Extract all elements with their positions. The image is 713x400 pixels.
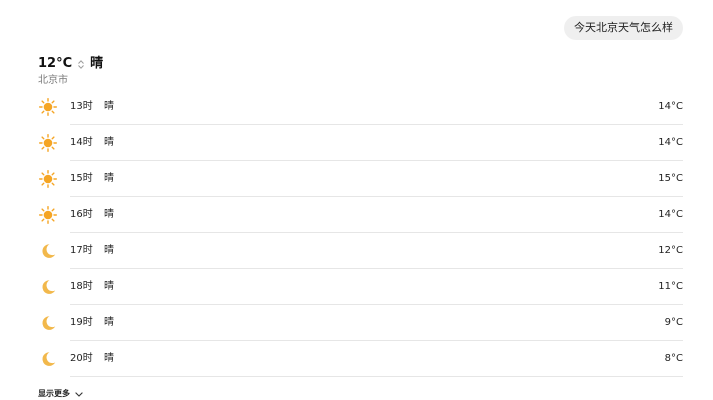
forecast-hour: 15时 — [70, 173, 93, 184]
forecast-temperature: 14°C — [658, 209, 683, 220]
user-query-bubble: 今天北京天气怎么样 — [564, 16, 683, 40]
forecast-condition: 晴 — [104, 317, 114, 328]
show-more-label: 显示更多 — [38, 389, 70, 398]
forecast-row: 18时 晴 11°C — [38, 269, 683, 305]
moon-icon — [39, 314, 57, 332]
forecast-row: 19时 晴 9°C — [38, 305, 683, 341]
forecast-condition: 晴 — [104, 353, 114, 364]
forecast-temperature: 12°C — [658, 245, 683, 256]
forecast-condition: 晴 — [104, 281, 114, 292]
forecast-temperature: 15°C — [658, 173, 683, 184]
forecast-temperature: 9°C — [664, 317, 683, 328]
user-query-text: 今天北京天气怎么样 — [574, 21, 673, 34]
city-name: 北京市 — [38, 75, 68, 86]
forecast-row: 20时 晴 8°C — [38, 341, 683, 377]
moon-icon — [39, 242, 57, 260]
forecast-condition: 晴 — [104, 173, 114, 184]
sun-icon — [39, 98, 57, 116]
forecast-hour: 19时 — [70, 317, 93, 328]
summary-headline: 12°C 晴 — [38, 56, 103, 72]
show-more-button[interactable]: 显示更多 — [38, 389, 83, 399]
forecast-hour: 16时 — [70, 209, 93, 220]
moon-icon — [39, 350, 57, 368]
forecast-temperature: 14°C — [658, 137, 683, 148]
forecast-row: 13时 晴 14°C — [38, 89, 683, 125]
weather-summary: 12°C 晴 北京市 — [38, 56, 103, 87]
moon-icon — [39, 278, 57, 296]
forecast-hour: 14时 — [70, 137, 93, 148]
sun-icon — [39, 206, 57, 224]
chevron-down-icon — [75, 391, 83, 397]
current-temperature: 12°C — [38, 56, 73, 71]
hourly-forecast-list: 13时 晴 14°C 14时 晴 14°C 15时 晴 15°C 16时 晴 1… — [38, 89, 683, 377]
forecast-hour: 20时 — [70, 353, 93, 364]
forecast-row: 14时 晴 14°C — [38, 125, 683, 161]
current-condition: 晴 — [90, 56, 104, 71]
forecast-condition: 晴 — [104, 245, 114, 256]
sun-icon — [39, 170, 57, 188]
forecast-hour: 13时 — [70, 101, 93, 112]
forecast-temperature: 14°C — [658, 101, 683, 112]
forecast-condition: 晴 — [104, 209, 114, 220]
forecast-condition: 晴 — [104, 101, 114, 112]
forecast-temperature: 11°C — [658, 281, 683, 292]
sun-icon — [39, 134, 57, 152]
forecast-row: 17时 晴 12°C — [38, 233, 683, 269]
up-down-arrows-icon[interactable] — [77, 59, 85, 69]
forecast-row: 15时 晴 15°C — [38, 161, 683, 197]
forecast-row: 16时 晴 14°C — [38, 197, 683, 233]
forecast-hour: 18时 — [70, 281, 93, 292]
forecast-hour: 17时 — [70, 245, 93, 256]
forecast-condition: 晴 — [104, 137, 114, 148]
forecast-temperature: 8°C — [664, 353, 683, 364]
